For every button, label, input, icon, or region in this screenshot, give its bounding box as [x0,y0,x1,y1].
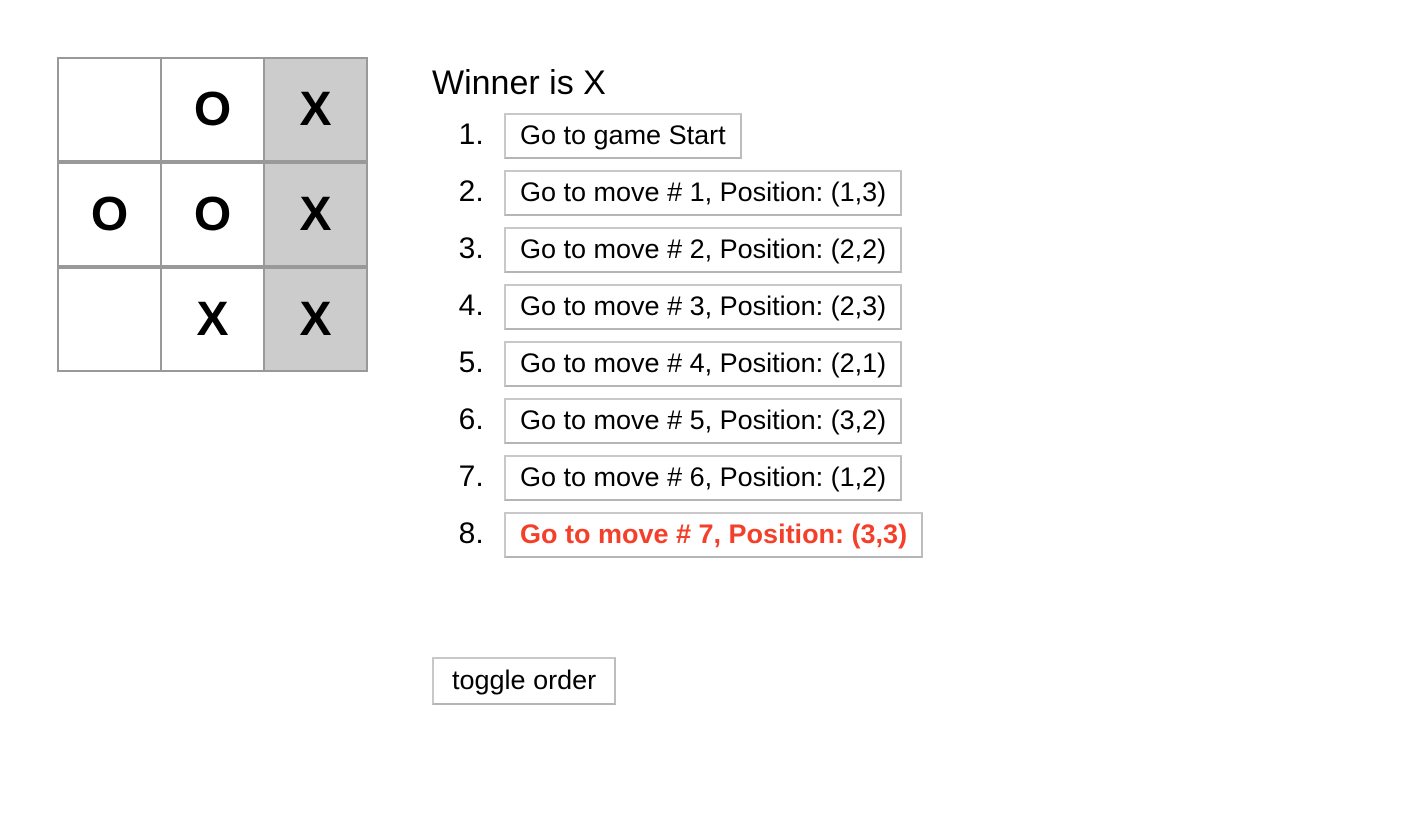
move-list-item: Go to game Start [492,106,1332,163]
move-list-item: Go to move # 7, Position: (3,3) [492,505,1332,562]
board-square-1[interactable]: O [160,57,265,162]
board-square-2[interactable]: X [263,57,368,162]
move-button-5[interactable]: Go to move # 5, Position: (3,2) [504,398,903,445]
move-list-item: Go to move # 6, Position: (1,2) [492,448,1332,505]
board-square-6[interactable] [57,267,162,372]
tic-tac-toe-game: O X O O X X X Winner is X Go to game Sta… [0,0,1428,836]
game-status: Winner is X [432,64,606,102]
board-square-4[interactable]: O [160,162,265,267]
toggle-order-container: toggle order [432,657,617,705]
move-button-4[interactable]: Go to move # 4, Position: (2,1) [504,341,903,388]
game-info-panel: Winner is X Go to game Start Go to move … [432,60,1332,562]
move-button-6[interactable]: Go to move # 6, Position: (1,2) [504,455,903,502]
move-list-item: Go to move # 5, Position: (3,2) [492,391,1332,448]
move-button-2[interactable]: Go to move # 2, Position: (2,2) [504,227,903,274]
board-row: O X [57,57,368,162]
board-row: O O X [57,162,368,267]
board-square-3[interactable]: O [57,162,162,267]
move-button-1[interactable]: Go to move # 1, Position: (1,3) [504,170,903,217]
move-list-item: Go to move # 3, Position: (2,3) [492,277,1332,334]
move-list-item: Go to move # 2, Position: (2,2) [492,220,1332,277]
board-square-7[interactable]: X [160,267,265,372]
board-square-8[interactable]: X [263,267,368,372]
move-button-0[interactable]: Go to game Start [504,113,742,160]
move-list-item: Go to move # 1, Position: (1,3) [492,163,1332,220]
board-square-0[interactable] [57,57,162,162]
move-list-item: Go to move # 4, Position: (2,1) [492,334,1332,391]
move-button-7[interactable]: Go to move # 7, Position: (3,3) [504,512,924,559]
game-board: O X O O X X X [57,57,368,372]
board-row: X X [57,267,368,372]
board-square-5[interactable]: X [263,162,368,267]
move-button-3[interactable]: Go to move # 3, Position: (2,3) [504,284,903,331]
toggle-order-button[interactable]: toggle order [432,657,617,705]
move-history-list: Go to game Start Go to move # 1, Positio… [432,106,1332,562]
